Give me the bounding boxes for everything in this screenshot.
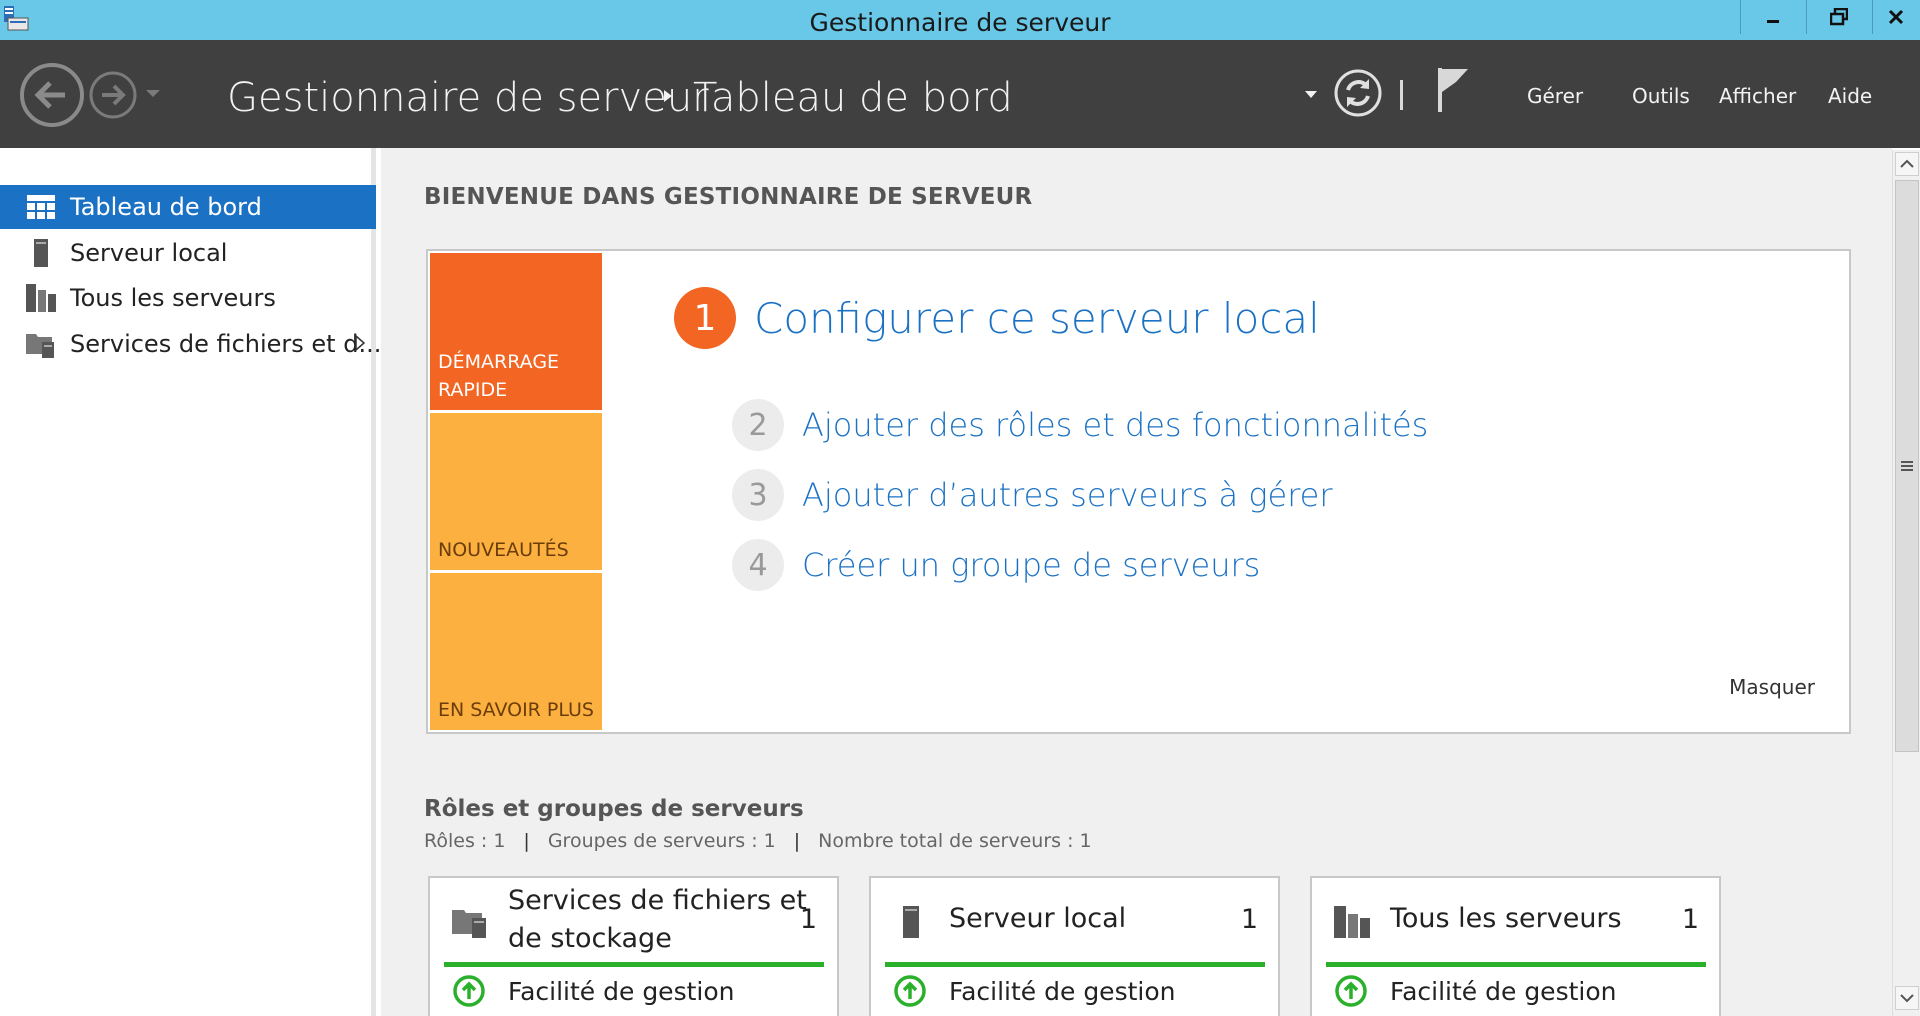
file-services-icon: [26, 329, 56, 359]
card-status-row[interactable]: Facilité de gestion: [893, 974, 1175, 1008]
sidebar-item-dashboard[interactable]: Tableau de bord: [0, 185, 376, 229]
step-link[interactable]: Ajouter des rôles et des fonctionnalités: [802, 406, 1428, 444]
step-add-servers[interactable]: 3 Ajouter d’autres serveurs à gérer: [732, 469, 1333, 521]
menu-manage[interactable]: Gérer: [1527, 84, 1583, 108]
step-link[interactable]: Configurer ce serveur local: [754, 294, 1320, 343]
scroll-down-button[interactable]: [1895, 986, 1919, 1010]
card-count: 1: [1681, 904, 1699, 935]
tile-whats-new[interactable]: NOUVEAUTÉS: [430, 413, 602, 570]
server-icon: [26, 238, 56, 268]
roles-summary: Rôles : 1 | Groupes de serveurs : 1 | No…: [424, 830, 1092, 852]
title-bar: Gestionnaire de serveur: [0, 0, 1920, 40]
sidebar-item-all-servers[interactable]: Tous les serveurs: [0, 276, 376, 320]
status-bar: [1326, 962, 1706, 967]
header-divider: [1400, 80, 1403, 110]
navigation-sidebar: Tableau de bord Serveur local Tous les s…: [0, 148, 381, 1016]
hide-link[interactable]: Masquer: [1729, 675, 1815, 699]
dashboard-content: BIENVENUE DANS GESTIONNAIRE DE SERVEUR D…: [381, 148, 1892, 1016]
card-status-row[interactable]: Facilité de gestion: [1334, 974, 1616, 1008]
tile-label: EN SAVOIR PLUS: [438, 699, 594, 721]
notifications-flag-icon[interactable]: [1436, 66, 1470, 114]
total-servers-count: Nombre total de serveurs : 1: [818, 830, 1092, 852]
card-count: 1: [1240, 904, 1258, 935]
tile-learn-more[interactable]: EN SAVOIR PLUS: [430, 573, 602, 730]
step-configure-local-server[interactable]: 1 Configurer ce serveur local: [674, 287, 1320, 349]
back-button[interactable]: [19, 62, 85, 128]
menu-help[interactable]: Aide: [1828, 84, 1872, 108]
grip-icon: [1901, 461, 1913, 471]
servers-icon: [1334, 906, 1370, 938]
card-title-line2: de stockage: [508, 923, 672, 954]
window-title: Gestionnaire de serveur: [809, 8, 1111, 37]
forward-button[interactable]: [88, 70, 138, 120]
servers-icon: [26, 283, 56, 313]
card-all-servers[interactable]: Tous les serveurs 1 Facilité de gestion: [1310, 876, 1721, 1016]
tile-label: DÉMARRAGE RAPIDE: [438, 351, 560, 401]
breadcrumb-root[interactable]: Gestionnaire de serveur: [227, 75, 709, 121]
card-local-server[interactable]: Serveur local 1 Facilité de gestion: [869, 876, 1280, 1016]
card-title: Tous les serveurs: [1390, 903, 1622, 934]
quick-start-panel: DÉMARRAGE RAPIDE NOUVEAUTÉS EN SAVOIR PL…: [426, 249, 1851, 734]
card-status-label: Facilité de gestion: [1390, 976, 1617, 1006]
minimize-icon: [1767, 20, 1779, 23]
card-status-label: Facilité de gestion: [949, 976, 1176, 1006]
menu-tools[interactable]: Outils: [1632, 84, 1690, 108]
restore-button[interactable]: [1806, 0, 1872, 34]
card-title: Serveur local: [949, 903, 1127, 934]
card-file-services[interactable]: Services de fichiers et de stockage 1 Fa…: [428, 876, 839, 1016]
card-title: Services de fichiers et: [508, 885, 807, 916]
sidebar-item-label: Services de fichiers et d...: [70, 330, 382, 358]
welcome-heading: BIENVENUE DANS GESTIONNAIRE DE SERVEUR: [424, 184, 1033, 210]
step-number: 3: [732, 469, 784, 521]
scroll-up-button[interactable]: [1895, 152, 1919, 176]
minimize-button[interactable]: [1740, 0, 1806, 34]
tile-label: NOUVEAUTÉS: [438, 539, 569, 561]
card-count: 1: [799, 904, 817, 935]
scroll-thumb[interactable]: [1895, 180, 1919, 752]
status-ok-icon: [894, 975, 926, 1007]
sidebar-item-local-server[interactable]: Serveur local: [0, 231, 376, 275]
expand-arrow-icon[interactable]: [354, 334, 366, 352]
breadcrumb-separator-icon: [664, 90, 672, 102]
sidebar-item-file-services[interactable]: Services de fichiers et d...: [0, 322, 381, 366]
chevron-up-icon: [1900, 159, 1914, 168]
status-bar: [885, 962, 1265, 967]
chevron-down-icon: [1900, 994, 1914, 1003]
dashboard-icon: [26, 192, 56, 222]
status-ok-icon: [1335, 975, 1367, 1007]
step-link[interactable]: Créer un groupe de serveurs: [802, 546, 1260, 584]
groups-count: Groupes de serveurs : 1: [547, 830, 776, 852]
step-add-roles[interactable]: 2 Ajouter des rôles et des fonctionnalit…: [732, 399, 1428, 451]
tile-quick-start[interactable]: DÉMARRAGE RAPIDE: [430, 253, 602, 410]
sidebar-item-label: Tous les serveurs: [70, 284, 276, 312]
vertical-scrollbar[interactable]: [1892, 150, 1920, 1016]
roles-count: Rôles : 1: [424, 830, 506, 852]
close-button[interactable]: [1872, 0, 1920, 34]
sidebar-item-label: Serveur local: [70, 239, 228, 267]
summary-separator: |: [523, 830, 530, 852]
file-services-icon: [452, 910, 486, 938]
summary-separator: |: [793, 830, 801, 852]
menu-view[interactable]: Afficher: [1719, 84, 1796, 108]
step-number: 1: [674, 287, 736, 349]
card-status-label: Facilité de gestion: [508, 976, 735, 1006]
step-create-server-group[interactable]: 4 Créer un groupe de serveurs: [732, 539, 1260, 591]
restore-icon: [1830, 8, 1848, 26]
card-status-row[interactable]: Facilité de gestion: [452, 974, 734, 1008]
sidebar-item-label: Tableau de bord: [70, 193, 262, 221]
close-icon: [1888, 9, 1904, 25]
step-number: 4: [732, 539, 784, 591]
breadcrumb-dropdown-icon[interactable]: [1304, 90, 1318, 100]
app-header: Gestionnaire de serveur Tableau de bord …: [0, 40, 1920, 148]
step-number: 2: [732, 399, 784, 451]
server-icon: [903, 906, 919, 938]
roles-groups-heading: Rôles et groupes de serveurs: [424, 796, 804, 822]
history-dropdown-icon[interactable]: [144, 88, 162, 100]
breadcrumb-current: Tableau de bord: [693, 75, 1013, 121]
status-ok-icon: [453, 975, 485, 1007]
step-link[interactable]: Ajouter d’autres serveurs à gérer: [802, 476, 1333, 514]
status-bar: [444, 962, 824, 967]
refresh-icon[interactable]: [1333, 68, 1383, 118]
